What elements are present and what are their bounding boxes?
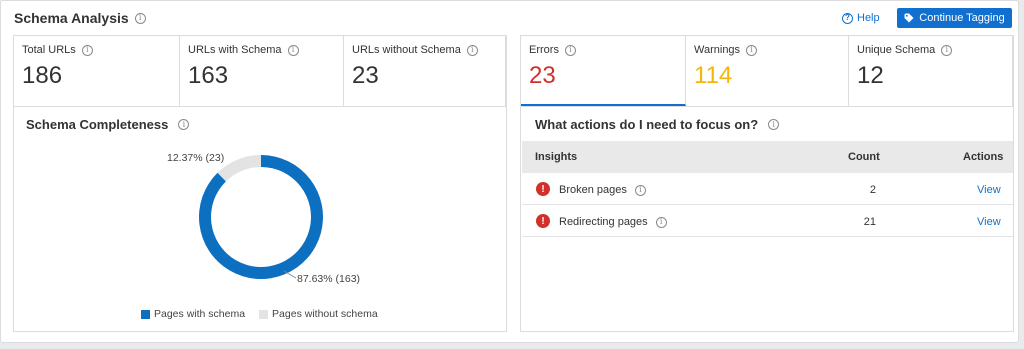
completeness-title: Schema Completeness i bbox=[26, 117, 190, 132]
metric-value: 114 bbox=[694, 62, 733, 89]
divider bbox=[14, 106, 506, 107]
actions-table-header: Insights Count Actions bbox=[522, 141, 1013, 173]
metric-urls-with-schema: URLs with Schema i 163 bbox=[180, 36, 344, 106]
info-icon[interactable]: i bbox=[134, 12, 146, 24]
info-icon[interactable]: i bbox=[466, 44, 478, 56]
insight-label: Broken pages i bbox=[559, 184, 646, 196]
donut-chart bbox=[198, 155, 323, 279]
metric-label: Warnings bbox=[694, 44, 741, 56]
info-icon[interactable]: i bbox=[655, 216, 667, 228]
page-title: Schema Analysis i bbox=[14, 10, 146, 26]
insight-label-text: Broken pages bbox=[559, 184, 627, 196]
table-row: ! Redirecting pages i 21 View bbox=[522, 206, 1013, 237]
metric-value: 163 bbox=[188, 62, 229, 89]
continue-tagging-label: Continue Tagging bbox=[919, 12, 1005, 24]
metric-unique-schema[interactable]: Unique Schema i 12 bbox=[849, 36, 1013, 106]
metric-label: URLs without Schema bbox=[352, 44, 461, 56]
insight-count: 21 bbox=[863, 216, 876, 228]
legend-item-with[interactable]: Pages with schema bbox=[141, 308, 245, 320]
donut-slice-with-schema[interactable] bbox=[198, 155, 323, 279]
question-icon: ? bbox=[842, 12, 853, 24]
column-header-insights: Insights bbox=[535, 151, 578, 163]
view-link[interactable]: View bbox=[977, 184, 1001, 196]
info-icon[interactable]: i bbox=[81, 44, 93, 56]
help-label: Help bbox=[857, 12, 880, 24]
info-icon[interactable]: i bbox=[746, 44, 758, 56]
legend-label: Pages without schema bbox=[272, 308, 378, 320]
metric-total-urls: Total URLs i 186 bbox=[14, 36, 180, 106]
metric-value: 12 bbox=[857, 62, 884, 89]
info-icon[interactable]: i bbox=[287, 44, 299, 56]
info-icon[interactable]: i bbox=[941, 44, 953, 56]
continue-tagging-button[interactable]: Continue Tagging bbox=[897, 8, 1012, 28]
metric-value: 186 bbox=[22, 62, 63, 89]
insight-label: Redirecting pages i bbox=[559, 216, 667, 228]
metric-value: 23 bbox=[352, 62, 379, 89]
insight-label-text: Redirecting pages bbox=[559, 216, 648, 228]
column-header-count: Count bbox=[848, 151, 880, 163]
divider bbox=[521, 106, 1013, 107]
legend-swatch bbox=[141, 309, 150, 319]
completeness-title-text: Schema Completeness bbox=[26, 117, 169, 132]
metric-label: Total URLs bbox=[22, 44, 76, 56]
info-icon[interactable]: i bbox=[564, 44, 576, 56]
metric-warnings[interactable]: Warnings i 114 bbox=[686, 36, 849, 106]
column-header-actions: Actions bbox=[963, 151, 1004, 163]
view-link[interactable]: View bbox=[977, 216, 1001, 228]
metric-urls-without-schema: URLs without Schema i 23 bbox=[344, 36, 506, 106]
donut-leader-line bbox=[284, 270, 297, 279]
actions-title-text: What actions do I need to focus on? bbox=[535, 117, 759, 132]
legend-label: Pages with schema bbox=[154, 308, 246, 320]
actions-title: What actions do I need to focus on? i bbox=[535, 117, 780, 132]
table-row: ! Broken pages i 2 View bbox=[522, 174, 1013, 205]
help-link[interactable]: ? Help bbox=[842, 12, 880, 24]
legend-swatch bbox=[259, 309, 269, 319]
tag-icon bbox=[904, 13, 914, 23]
info-icon[interactable]: i bbox=[634, 184, 646, 196]
metric-label: URLs with Schema bbox=[188, 44, 282, 56]
info-icon[interactable]: i bbox=[178, 119, 190, 130]
legend-item-without[interactable]: Pages without schema bbox=[259, 308, 378, 320]
error-icon: ! bbox=[536, 182, 550, 196]
error-icon: ! bbox=[536, 214, 550, 228]
insight-count: 2 bbox=[869, 184, 876, 196]
page-title-text: Schema Analysis bbox=[14, 10, 129, 26]
info-icon[interactable]: i bbox=[768, 119, 780, 130]
metric-errors[interactable]: Errors i 23 bbox=[521, 36, 686, 106]
metric-label: Errors bbox=[529, 44, 559, 56]
chart-legend: Pages with schema Pages without schema bbox=[141, 308, 378, 320]
metric-value: 23 bbox=[529, 62, 556, 89]
donut-label-without: 12.37% (23) bbox=[167, 152, 225, 164]
donut-label-with: 87.63% (163) bbox=[297, 273, 361, 285]
metric-label: Unique Schema bbox=[857, 44, 936, 56]
